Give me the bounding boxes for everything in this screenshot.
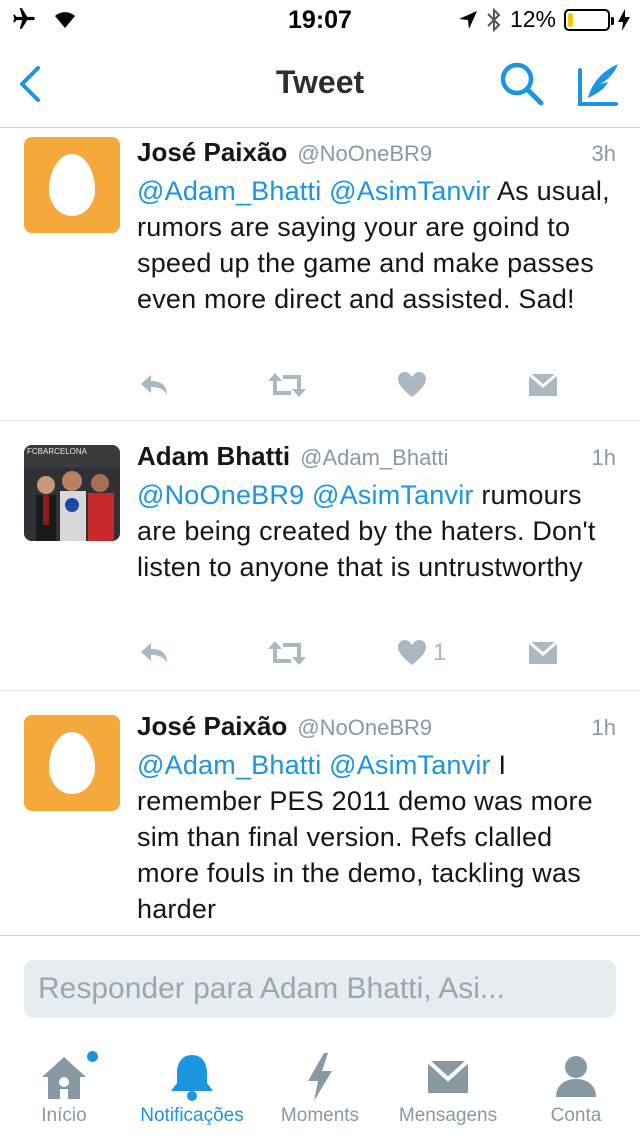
status-bar: 19:07 12% [0, 0, 640, 40]
like-button[interactable]: 1 [397, 633, 527, 673]
notification-dot [87, 1051, 98, 1062]
mention-link[interactable]: @NoOneBR9 [137, 480, 304, 510]
person-icon [556, 1056, 596, 1097]
envelope-icon [426, 1059, 470, 1093]
retweet-icon [268, 641, 306, 665]
reply-icon [141, 375, 167, 395]
avatar[interactable] [24, 137, 120, 233]
location-arrow-icon [458, 10, 477, 29]
reply-bar: Responder para Adam Bhatti, Asi... [0, 935, 640, 1037]
tweet-timestamp: 1h [591, 445, 616, 470]
tweet-actions [137, 365, 567, 405]
home-icon [42, 1057, 86, 1099]
avatar[interactable]: FCBARCELONA [24, 445, 120, 541]
tab-notificacoes[interactable]: Notificações [128, 1037, 256, 1136]
tweet-author-handle[interactable]: @Adam_Bhatti [300, 445, 448, 471]
heart-icon [398, 372, 426, 397]
tweet-text: @Adam_Bhatti @AsimTanvir As usual, rumor… [137, 173, 616, 317]
mention-link[interactable]: @AsimTanvir [329, 750, 491, 780]
search-icon[interactable] [498, 60, 546, 108]
tweet-author-name[interactable]: José Paixão [137, 711, 287, 742]
mention-link[interactable]: @Adam_Bhatti [137, 176, 321, 206]
tab-moments[interactable]: Moments [256, 1037, 384, 1136]
tab-label: Mensagens [398, 1105, 498, 1126]
battery-icon [564, 8, 614, 31]
tweet-timeline[interactable]: José Paixão @NoOneBR9 3h @Adam_Bhatti @A… [0, 129, 640, 935]
tweet-text: @NoOneBR9 @AsimTanvir rumours are being … [137, 477, 616, 585]
battery-percent: 12% [509, 6, 556, 32]
reply-button[interactable] [137, 633, 267, 673]
retweet-button[interactable] [267, 365, 397, 405]
tab-label: Início [41, 1105, 87, 1126]
tweet-item[interactable]: José Paixão @NoOneBR9 1h @Adam_Bhatti @A… [0, 691, 640, 935]
tweet-author-handle[interactable]: @NoOneBR9 [297, 141, 432, 167]
tab-conta[interactable]: Conta [512, 1037, 640, 1136]
avatar[interactable] [24, 715, 120, 811]
reply-input[interactable]: Responder para Adam Bhatti, Asi... [24, 960, 616, 1018]
nav-bar: Tweet [0, 40, 640, 128]
envelope-icon [528, 640, 558, 664]
tweet-author-name[interactable]: José Paixão [137, 137, 287, 168]
mention-link[interactable]: @AsimTanvir [329, 176, 491, 206]
bell-icon [171, 1055, 213, 1101]
tweet-timestamp: 3h [591, 141, 616, 166]
direct-message-button[interactable] [527, 365, 567, 405]
tab-mensagens[interactable]: Mensagens [384, 1037, 512, 1136]
charging-bolt-icon [618, 8, 630, 31]
tweet-actions: 1 [137, 633, 567, 673]
direct-message-button[interactable] [527, 633, 567, 673]
tweet-author-handle[interactable]: @NoOneBR9 [297, 715, 432, 741]
retweet-button[interactable] [267, 633, 397, 673]
tweet-item[interactable]: José Paixão @NoOneBR9 3h @Adam_Bhatti @A… [0, 129, 640, 421]
profile-photo: FCBARCELONA [24, 445, 120, 541]
tab-inicio[interactable]: Início [0, 1037, 128, 1136]
avatar-text: FCBARCELONA [27, 447, 88, 456]
heart-icon [398, 640, 426, 665]
tweet-text: @Adam_Bhatti @AsimTanvir I remember PES … [137, 747, 616, 927]
envelope-icon [528, 372, 558, 396]
mention-link[interactable]: @Adam_Bhatti [137, 750, 321, 780]
tab-label: Notificações [140, 1105, 244, 1126]
like-button[interactable] [397, 365, 527, 405]
mention-link[interactable]: @AsimTanvir [312, 480, 474, 510]
lightning-icon [308, 1053, 332, 1101]
tab-label: Moments [280, 1105, 360, 1126]
tweet-author-name[interactable]: Adam Bhatti [137, 441, 290, 472]
retweet-icon [268, 373, 306, 397]
reply-button[interactable] [137, 365, 267, 405]
like-count: 1 [433, 639, 447, 666]
tab-label: Conta [550, 1105, 602, 1126]
compose-icon[interactable] [572, 58, 624, 110]
tweet-timestamp: 1h [591, 715, 616, 740]
reply-icon [141, 643, 167, 663]
tab-bar: Início Notificações Moments Mensagens Co… [0, 1037, 640, 1136]
bluetooth-icon [487, 7, 501, 32]
tweet-item[interactable]: FCBARCELONA Adam Bhatti @Adam_Bhatti 1h … [0, 421, 640, 691]
